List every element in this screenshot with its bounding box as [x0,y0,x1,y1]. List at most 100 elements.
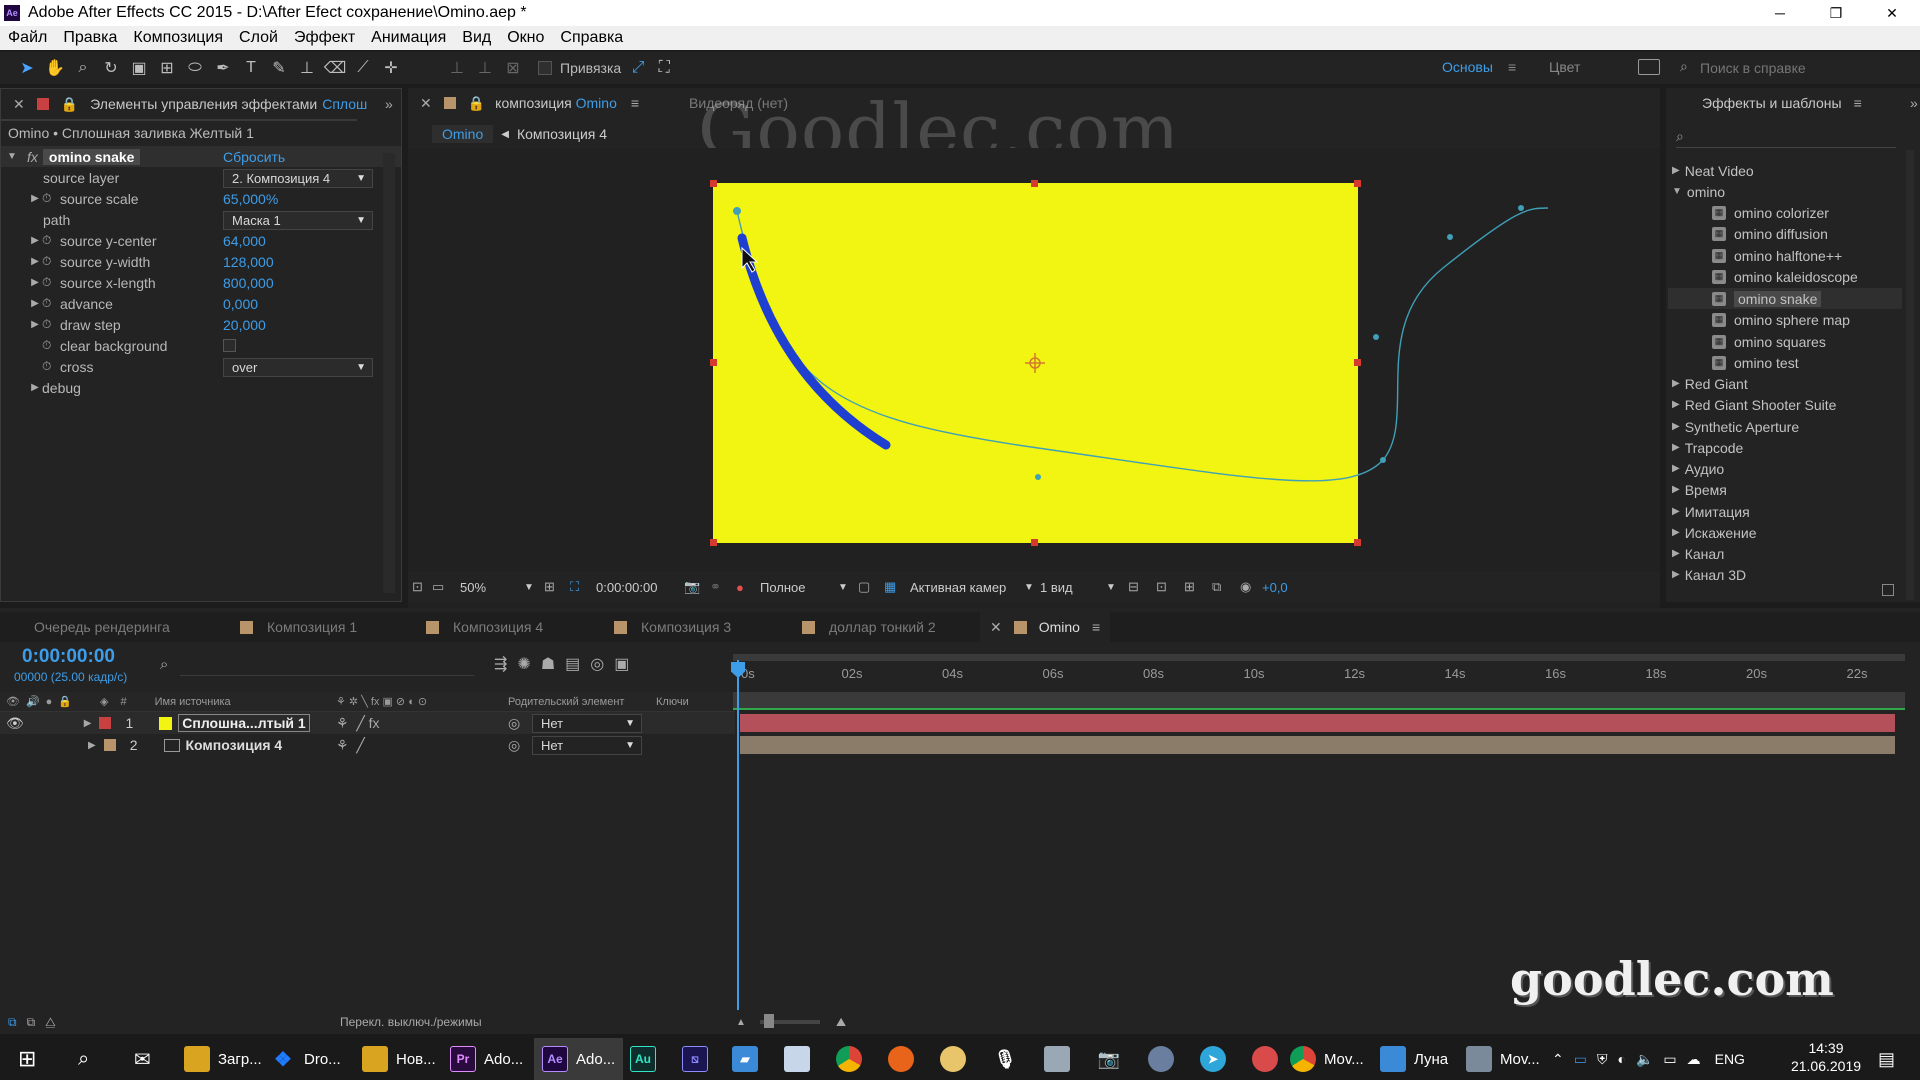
parent-dropdown[interactable]: Нет [532,714,642,733]
always-preview-icon[interactable]: ⊡ [412,579,432,595]
tab-close-icon[interactable]: ✕ [990,619,1002,636]
taskbar-app-palette[interactable] [1252,1038,1278,1080]
safe-zones-icon[interactable]: ⛶ [570,579,596,595]
workspace-basic[interactable]: Основы [1442,59,1493,75]
layer-label-color[interactable] [103,739,116,751]
taskbar-app-utility[interactable] [1148,1038,1174,1080]
tab-comp-1[interactable]: Композиция 1 [240,612,357,642]
quality-dropdown[interactable]: Полное [760,580,838,595]
quality-dropdown-arrow-icon[interactable]: ▼ [838,582,858,593]
pick-whip-icon[interactable]: ◎ [508,737,520,754]
pen-tool-icon[interactable]: ✒ [210,55,236,81]
zoom-in-icon[interactable]: ⛰ [836,1015,846,1030]
roto-brush-tool-icon[interactable]: ⟋ [350,55,376,81]
category-neat-video[interactable]: ▶ Neat Video [1672,160,1754,181]
effects-presets-tab[interactable]: Эффекты и шаблоны ≡ » [1666,88,1920,118]
layer-expand-triangle-icon[interactable]: ▶ [88,740,96,751]
category-red-giant[interactable]: ▶ Red Giant [1672,373,1748,394]
fx-icon[interactable]: fx [27,149,38,165]
panel-overflow-icon[interactable]: » [1910,95,1918,111]
resolution-icon[interactable]: ⊞ [544,579,570,595]
minimize-button[interactable]: ─ [1752,0,1808,26]
layer-row-1[interactable]: 👁 ▶ 1 Сплошна...лтый 1 ⚘ ╱ fx ◎ Нет [0,712,735,734]
menu-layer[interactable]: Слой [231,29,286,47]
taskbar-app-notes[interactable]: ▰ [732,1038,758,1080]
start-button[interactable]: ⊞ [18,1038,36,1080]
pan-behind-tool-icon[interactable]: ⊞ [154,55,180,81]
search-button[interactable]: ⌕ [78,1038,89,1080]
menu-view[interactable]: Вид [454,29,499,47]
views-dropdown[interactable]: 1 вид [1040,580,1106,595]
work-area-bar[interactable] [733,654,1905,661]
taskbar-app-downloads[interactable]: Загр... [184,1038,262,1080]
motion-blur-icon[interactable]: ◎ [590,654,604,674]
effect-omino-squares[interactable]: ▦ omino squares [1712,331,1826,352]
help-search-input[interactable] [1700,57,1910,79]
taskbar-app-firefox[interactable] [888,1038,914,1080]
tab-menu-icon[interactable]: ≡ [1092,619,1100,635]
effect-controls-tab[interactable]: ✕ 🔒 Элементы управления эффектами Сплош … [1,89,401,119]
category-distort[interactable]: ▶ Искажение [1672,522,1756,543]
draft-3d-icon[interactable]: ✺ [517,654,530,674]
expand-triangle-icon[interactable]: ▶ [28,382,42,393]
layer-row-2[interactable]: ▶ 2 Композиция 4 ⚘ ╱ ◎ Нет [0,734,735,756]
clear-background-checkbox[interactable] [223,339,236,352]
snapshot-icon[interactable]: 📷 [684,579,710,595]
menu-effect[interactable]: Эффект [286,29,363,47]
camera-dropdown[interactable]: Активная камер [910,580,1024,595]
zoom-tool-icon[interactable]: ⌕ [70,55,96,81]
layer-switches[interactable]: ⚘ ╱ [336,737,365,754]
snap-options-icon[interactable]: ⤢ [625,55,651,81]
snap-checkbox[interactable] [538,61,552,75]
source-y-center-value[interactable]: 64,000 [223,233,266,249]
world-axis-icon[interactable]: ⊥ [472,55,498,81]
taskbar-app-aftereffects[interactable]: Ae Ado... [534,1038,624,1080]
parent-header[interactable]: Родительский элемент [508,696,624,708]
tab-comp-4[interactable]: Композиция 4 [426,612,543,642]
stopwatch-icon[interactable]: ⏱ [42,338,60,353]
effect-omino-diffusion[interactable]: ▦ omino diffusion [1712,223,1828,244]
taskbar-app-camera[interactable]: 📷 [1096,1038,1122,1080]
expand-triangle-icon[interactable]: ▶ [28,235,42,246]
menu-help[interactable]: Справка [552,29,631,47]
clone-stamp-tool-icon[interactable]: ⊥ [294,55,320,81]
stopwatch-icon[interactable]: ⏱ [42,359,60,374]
tab-menu-icon[interactable]: ≡ [1854,95,1862,111]
tab-comp-3[interactable]: Композиция 3 [614,612,731,642]
effect-header-row[interactable]: ▼ fx omino snake Сбросить [1,146,401,167]
taskbar-app-dropbox[interactable]: ❖ Dro... [270,1038,341,1080]
solo-column-icon[interactable]: ● [46,696,53,708]
expand-triangle-icon[interactable]: ▶ [28,298,42,309]
panel-lock-icon[interactable]: 🔒 [61,96,78,113]
menu-animation[interactable]: Анимация [363,29,454,47]
category-channel[interactable]: ▶ Канал [1672,543,1724,564]
layer-1-bar[interactable] [740,714,1895,732]
taskbar-app-audition[interactable]: Au [630,1038,656,1080]
current-time-indicator[interactable] [737,660,739,1010]
source-name-header[interactable]: Имя источника [155,696,231,708]
reset-link[interactable]: Сбросить [223,149,285,165]
puppet-pin-tool-icon[interactable]: ✛ [378,55,404,81]
category-omino[interactable]: ▼ omino [1672,181,1725,202]
taskbar-app-chrome[interactable] [836,1038,862,1080]
in-out-toggle-icon[interactable]: ⧋ [45,1015,56,1030]
fast-previews-icon[interactable]: ⊡ [1156,579,1184,595]
zoom-dropdown-arrow-icon[interactable]: ▼ [524,582,544,593]
stopwatch-icon[interactable]: ⏱ [42,233,60,248]
tray-expand-icon[interactable]: ⌃ [1552,1051,1564,1068]
region-of-interest-icon[interactable]: ▢ [858,579,884,595]
visibility-eye-icon[interactable]: 👁 [6,715,24,732]
layer-expand-triangle-icon[interactable]: ▶ [84,718,92,729]
path-dropdown[interactable]: Маска 1 [223,211,373,230]
tab-render-queue[interactable]: Очередь рендеринга [34,612,170,642]
timeline-timecode[interactable]: 0:00:00:00 [22,646,115,668]
zoom-dropdown[interactable]: 50% [460,580,524,595]
show-snapshot-icon[interactable]: ⚭ [710,579,736,595]
category-time[interactable]: ▶ Время [1672,479,1727,500]
notifications-button[interactable]: ▤ [1878,1038,1895,1080]
taskbar-app-telegram[interactable]: ➤ [1200,1038,1226,1080]
view-axis-icon[interactable]: ⊠ [500,55,526,81]
layer-name[interactable]: Сплошна...лтый 1 [178,714,311,732]
stopwatch-icon[interactable]: ⏱ [42,275,60,290]
taskbar-app-chrome-movie[interactable]: Mov... [1290,1038,1364,1080]
